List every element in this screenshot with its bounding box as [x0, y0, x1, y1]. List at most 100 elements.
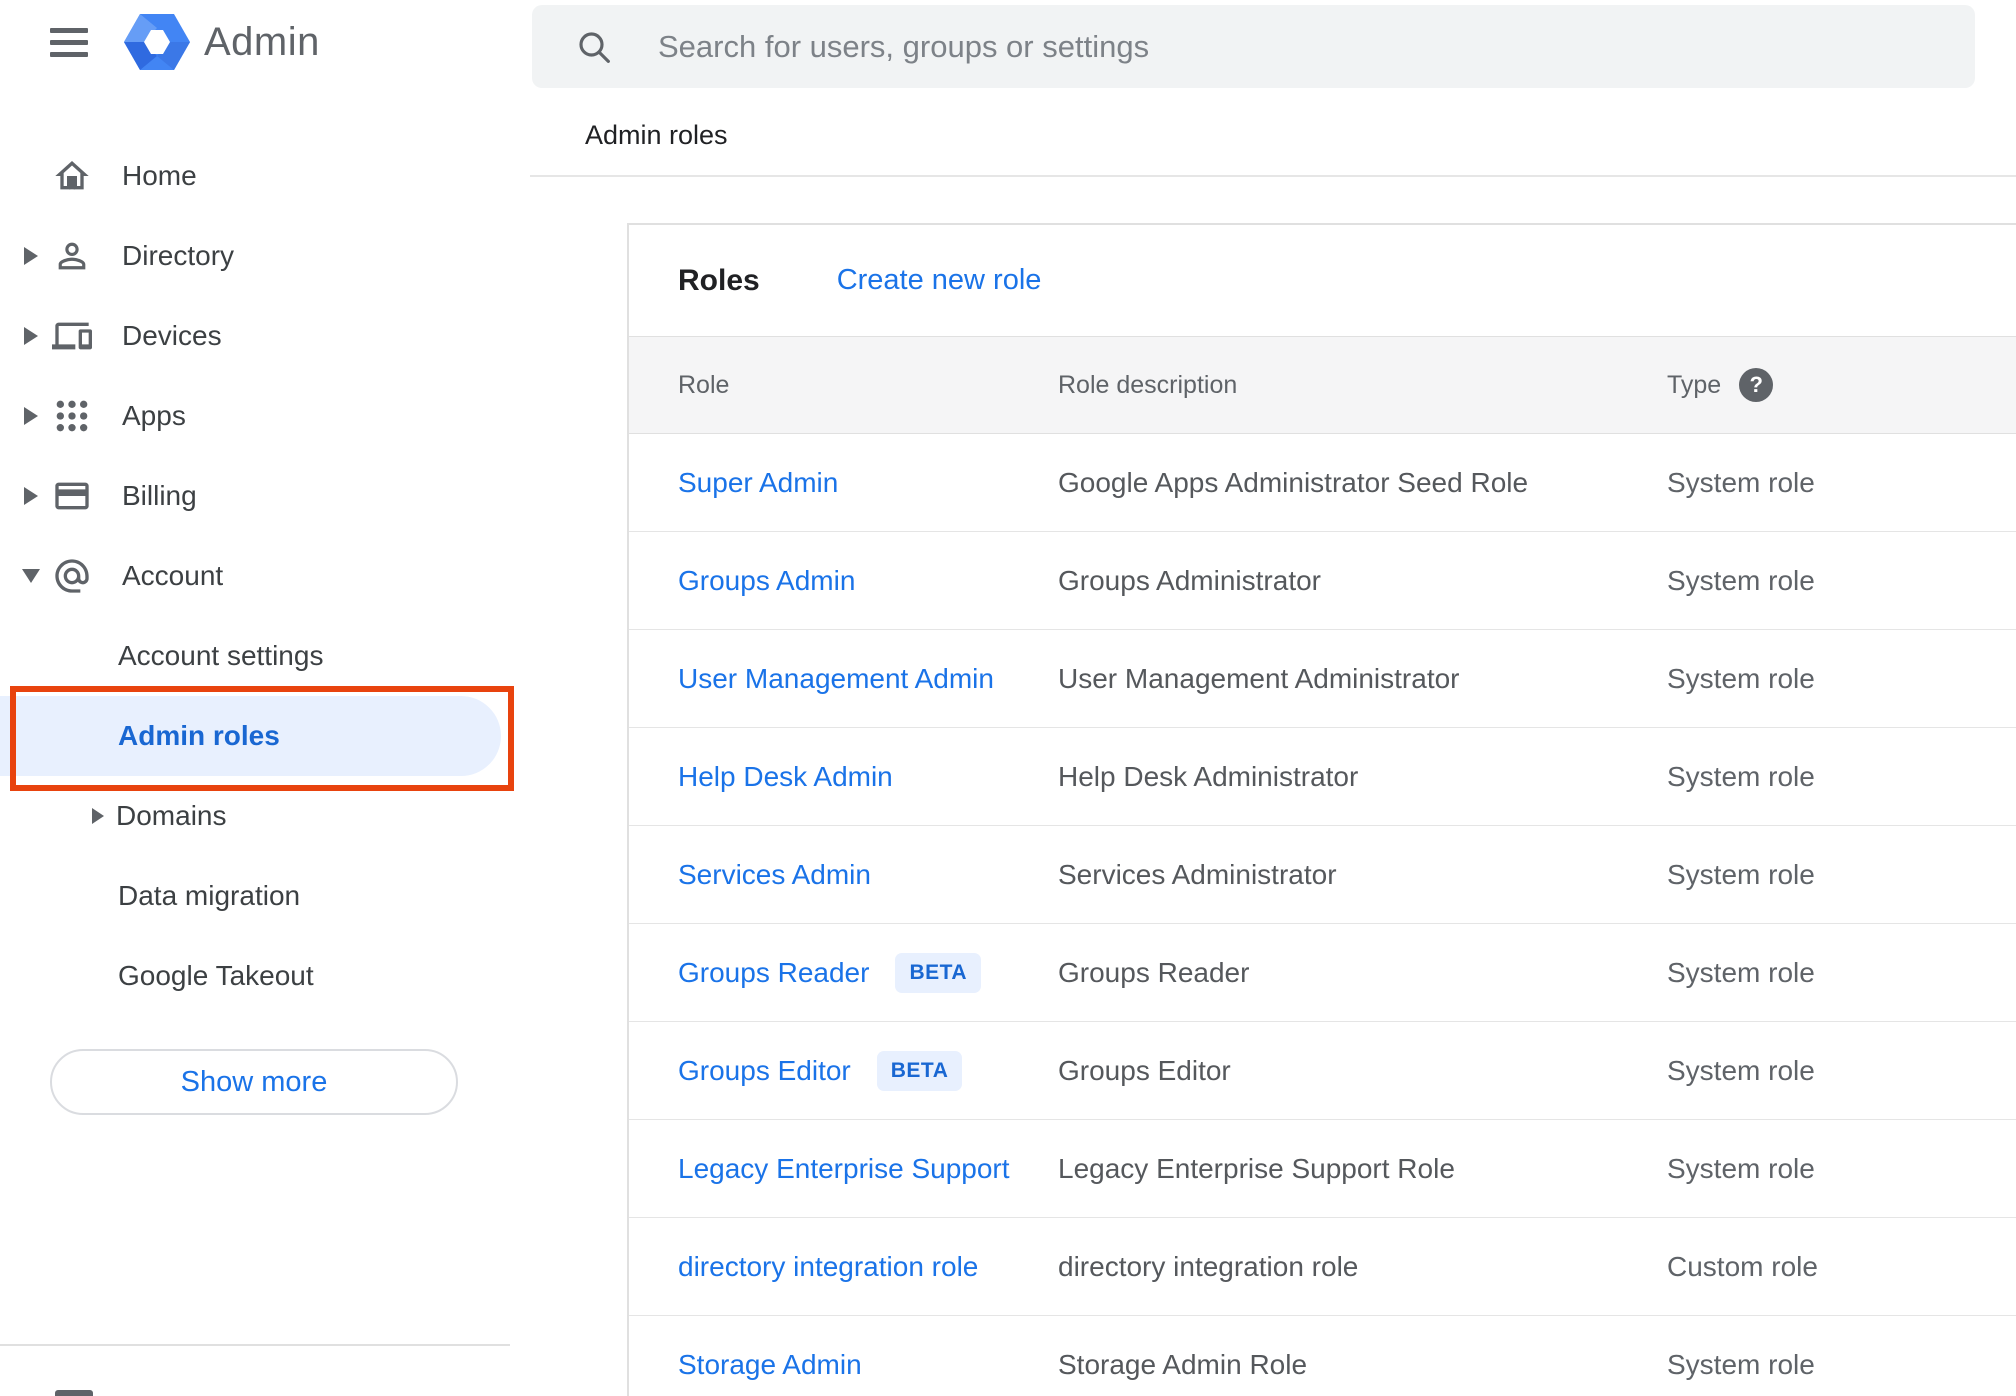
sidebar-item-label: Home [122, 160, 197, 191]
sidebar-item-label: Google Takeout [118, 960, 314, 991]
sidebar-item-apps[interactable]: Apps [0, 376, 530, 456]
role-cell: Legacy Enterprise Support [629, 1153, 1058, 1185]
table-row: Super Admin Google Apps Administrator Se… [629, 434, 2016, 532]
beta-badge: BETA [876, 1050, 963, 1091]
expand-down-icon[interactable] [22, 569, 40, 583]
expand-right-icon[interactable] [92, 808, 104, 824]
role-description: Groups Reader [1058, 956, 1250, 988]
role-type: System role [1667, 858, 1815, 890]
role-link[interactable]: directory integration role [678, 1251, 978, 1283]
admin-console-screen: Admin Home Directory Devices Apps Billin… [0, 0, 2016, 1396]
role-type: Custom role [1667, 1250, 1818, 1282]
search-icon[interactable] [574, 27, 614, 67]
sidebar-item-home[interactable]: Home [0, 136, 530, 216]
sidebar-item-directory[interactable]: Directory [0, 216, 530, 296]
breadcrumb: Admin roles [585, 120, 728, 150]
sidebar-item-devices[interactable]: Devices [0, 296, 530, 376]
role-cell: Help Desk Admin [629, 761, 1058, 793]
expand-right-icon[interactable] [24, 247, 38, 265]
role-link[interactable]: Super Admin [678, 467, 838, 499]
sidebar-header: Admin [0, 0, 530, 84]
sidebar-item-account-settings[interactable]: Account settings [0, 616, 530, 696]
search-bar[interactable] [532, 5, 1975, 88]
column-header-type: Type ? [1667, 368, 2016, 402]
role-description: directory integration role [1058, 1250, 1359, 1282]
sidebar-item-label: Directory [122, 240, 235, 271]
role-type: System role [1667, 564, 1815, 596]
partial-sidebar-icon [55, 1390, 93, 1396]
table-row: Groups Editor BETA Groups Editor System … [629, 1022, 2016, 1120]
search-input[interactable] [658, 28, 1975, 65]
role-type: System role [1667, 1054, 1815, 1086]
sidebar-item-admin-roles[interactable]: Admin roles [0, 696, 501, 776]
role-link[interactable]: Groups Reader [678, 957, 869, 989]
column-header-description: Role description [1058, 370, 1238, 399]
admin-logo-icon [124, 14, 190, 70]
sidebar-item-label: Domains [116, 800, 227, 831]
role-link[interactable]: User Management Admin [678, 663, 994, 695]
column-header-role: Role [678, 370, 730, 399]
at-sign-icon [50, 556, 94, 596]
create-new-role-link[interactable]: Create new role [837, 264, 1042, 297]
role-type: System role [1667, 760, 1815, 792]
sidebar-item-google-takeout[interactable]: Google Takeout [0, 936, 530, 1016]
home-icon [50, 156, 94, 196]
sidebar-nav: Home Directory Devices Apps Billing Acco… [0, 136, 530, 1016]
table-row: Groups Reader BETA Groups Reader System … [629, 924, 2016, 1022]
role-type: System role [1667, 1348, 1815, 1380]
show-more-button[interactable]: Show more [50, 1049, 458, 1115]
role-description: Groups Administrator [1058, 564, 1321, 596]
roles-table-body: Super Admin Google Apps Administrator Se… [629, 434, 2016, 1396]
role-cell: directory integration role [629, 1251, 1058, 1283]
sidebar-item-data-migration[interactable]: Data migration [0, 856, 530, 936]
person-icon [50, 236, 94, 276]
roles-card-header: Roles Create new role [629, 225, 2016, 336]
help-icon[interactable]: ? [1739, 368, 1774, 402]
role-link[interactable]: Legacy Enterprise Support [678, 1153, 1010, 1185]
expand-right-icon[interactable] [24, 327, 38, 345]
column-header-type-label: Type [1667, 370, 1722, 399]
table-row: Storage Admin Storage Admin Role System … [629, 1316, 2016, 1396]
role-description: Google Apps Administrator Seed Role [1058, 466, 1529, 498]
table-row: Legacy Enterprise Support Legacy Enterpr… [629, 1120, 2016, 1218]
table-header-row: Role Role description Type ? [629, 336, 2016, 434]
role-type: System role [1667, 466, 1815, 498]
sidebar-item-label: Data migration [118, 880, 301, 911]
role-description: User Management Administrator [1058, 662, 1460, 694]
role-description: Services Administrator [1058, 858, 1337, 890]
role-type: System role [1667, 956, 1815, 988]
sidebar-item-account[interactable]: Account [0, 536, 530, 616]
sidebar-item-label: Apps [122, 400, 186, 431]
role-cell: Storage Admin [629, 1349, 1058, 1381]
hamburger-menu-icon[interactable] [50, 27, 88, 57]
sidebar-item-label: Billing [122, 480, 197, 511]
role-link[interactable]: Help Desk Admin [678, 761, 893, 793]
role-description: Storage Admin Role [1058, 1348, 1308, 1380]
table-row: Services Admin Services Administrator Sy… [629, 826, 2016, 924]
role-link[interactable]: Groups Editor [678, 1055, 851, 1087]
role-cell: Super Admin [629, 467, 1058, 499]
role-type: System role [1667, 1152, 1815, 1184]
role-description: Legacy Enterprise Support Role [1058, 1152, 1455, 1184]
devices-icon [50, 316, 94, 356]
sidebar-item-label: Account [122, 560, 224, 591]
apps-grid-icon [50, 396, 94, 436]
role-cell: Groups Admin [629, 565, 1058, 597]
credit-card-icon [50, 476, 94, 516]
role-type: System role [1667, 662, 1815, 694]
roles-card: Roles Create new role Role Role descript… [627, 223, 2016, 1396]
role-link[interactable]: Services Admin [678, 859, 871, 891]
role-link[interactable]: Storage Admin [678, 1349, 862, 1381]
role-cell: Services Admin [629, 859, 1058, 891]
card-title: Roles [678, 263, 760, 297]
expand-right-icon[interactable] [24, 487, 38, 505]
role-link[interactable]: Groups Admin [678, 565, 855, 597]
sidebar-item-domains[interactable]: Domains [0, 776, 530, 856]
expand-right-icon[interactable] [24, 407, 38, 425]
main-content: Admin roles Roles Create new role Role R… [530, 0, 2016, 1396]
sidebar-item-billing[interactable]: Billing [0, 456, 530, 536]
table-row: Help Desk Admin Help Desk Administrator … [629, 728, 2016, 826]
sidebar-item-label: Admin roles [118, 720, 280, 751]
role-cell: Groups Reader BETA [629, 952, 1058, 993]
role-cell: Groups Editor BETA [629, 1050, 1058, 1091]
